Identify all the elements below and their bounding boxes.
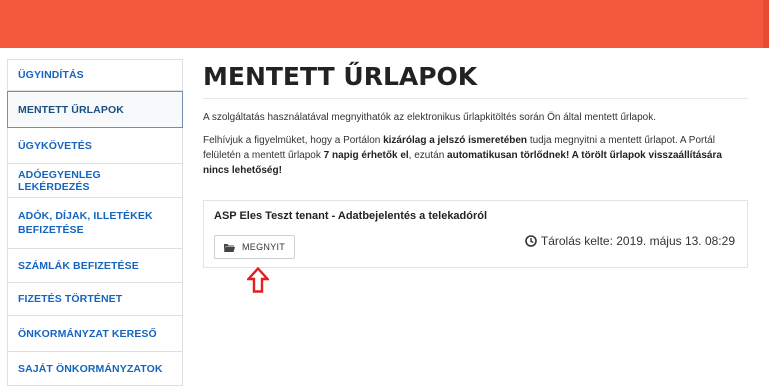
notice-text: Felhívjuk a figyelmüket, hogy a Portálon… bbox=[203, 133, 733, 178]
sidebar-item-onkormanyzat-kereso[interactable]: ÖNKORMÁNYZAT KERESŐ bbox=[7, 316, 183, 352]
sidebar-item-sajat-onkormanyzatok[interactable]: SAJÁT ÖNKORMÁNYZATOK bbox=[7, 352, 183, 386]
saved-form-title: ASP Eles Teszt tenant - Adatbejelentés a… bbox=[214, 210, 488, 222]
folder-open-icon bbox=[224, 243, 235, 252]
saved-form-card: ASP Eles Teszt tenant - Adatbejelentés a… bbox=[203, 200, 748, 268]
stored-date: Tárolás kelte: 2019. május 13. 08:29 bbox=[525, 234, 735, 248]
sidebar-item-szamlak[interactable]: SZÁMLÁK BEFIZETÉSE bbox=[7, 249, 183, 283]
clock-icon bbox=[525, 235, 537, 247]
sidebar-item-adok-dijak[interactable]: ADÓK, DÍJAK, ILLETÉKEK BEFIZETÉSE bbox=[7, 198, 183, 249]
sidebar-item-fizetes-tortenet[interactable]: FIZETÉS TÖRTÉNET bbox=[7, 283, 183, 316]
sidebar-item-adoegyenleg[interactable]: ADÓEGYENLEG LEKÉRDEZÉS bbox=[7, 164, 183, 198]
sidebar-item-mentett-urlapok[interactable]: MENTETT ŰRLAPOK bbox=[7, 91, 183, 128]
header-edge bbox=[763, 0, 769, 48]
intro-text: A szolgáltatás használatával megnyitható… bbox=[203, 112, 657, 123]
notice-bold1: kizárólag a jelszó ismeretében bbox=[383, 135, 528, 146]
sidebar-item-ugykovetes[interactable]: ÜGYKÖVETÉS bbox=[7, 128, 183, 164]
notice-bold2: 7 napig érhetők el bbox=[323, 150, 409, 161]
notice-part3: , ezután bbox=[408, 150, 448, 161]
sidebar-item-ugyinditas[interactable]: ÜGYINDÍTÁS bbox=[7, 59, 183, 91]
main-content: MENTETT ŰRLAPOK A szolgáltatás használat… bbox=[203, 60, 748, 293]
stored-date-text: Tárolás kelte: 2019. május 13. 08:29 bbox=[540, 234, 735, 248]
sidebar-nav: ÜGYINDÍTÁS MENTETT ŰRLAPOK ÜGYKÖVETÉS AD… bbox=[7, 59, 183, 386]
open-button-label: MEGNYIT bbox=[242, 242, 286, 252]
page-title: MENTETT ŰRLAPOK bbox=[203, 60, 748, 99]
top-header-bar bbox=[0, 0, 769, 48]
arrow-up-icon bbox=[247, 267, 269, 293]
open-button[interactable]: MEGNYIT bbox=[214, 235, 295, 259]
notice-part1: Felhívjuk a figyelmüket, hogy a Portálon bbox=[203, 135, 384, 146]
